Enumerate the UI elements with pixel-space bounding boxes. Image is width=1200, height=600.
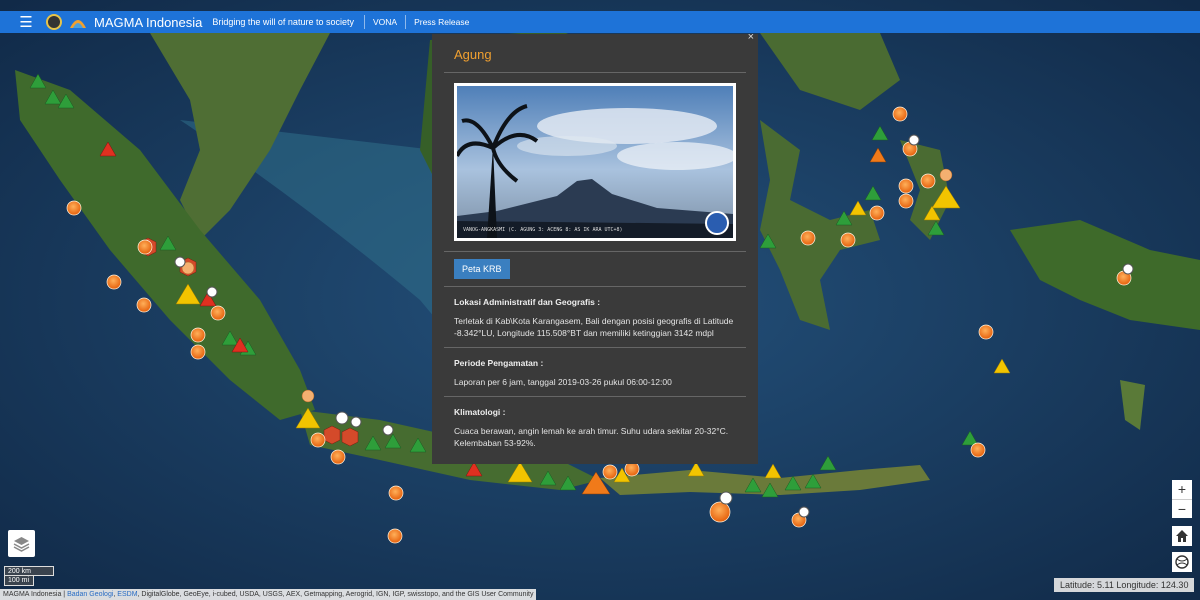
section-title-lokasi: Lokasi Administratif dan Geografis : — [454, 297, 601, 307]
volcano-hex-marker[interactable] — [341, 427, 359, 447]
section-title-klimatologi: Klimatologi : — [454, 407, 506, 417]
warning-pin-icon[interactable] — [335, 411, 349, 425]
activity-dot-marker[interactable] — [330, 449, 346, 465]
section-body-klimatologi: Cuaca berawan, angin lemah ke arah timur… — [454, 426, 729, 448]
scale-bar: 200 km 100 mi — [4, 566, 54, 586]
attribution-rest: , DigitalGlobe, GeoEye, i-cubed, USDA, U… — [137, 591, 534, 598]
eruption-plume-icon — [301, 389, 315, 403]
zoom-in-button[interactable]: + — [1172, 480, 1192, 499]
activity-dot-marker[interactable] — [602, 464, 618, 480]
warning-pin-icon[interactable] — [1122, 263, 1134, 275]
popup-title: Agung — [454, 47, 492, 62]
attribution-link-esdm[interactable]: ESDM — [117, 591, 137, 598]
home-button[interactable] — [1172, 526, 1192, 546]
photo-caption: VANOG-ANGKASMI (C. AGUNG 3: ACENG 8: AS … — [463, 227, 623, 233]
activity-dot-marker[interactable] — [310, 432, 326, 448]
close-icon[interactable]: × — [748, 34, 754, 43]
activity-dot-marker[interactable] — [106, 274, 122, 290]
attribution-link-badan-geologi[interactable]: Badan Geologi — [67, 591, 113, 598]
warning-pin-icon[interactable] — [798, 506, 810, 518]
map-attribution: MAGMA Indonesia | Badan Geologi, ESDM, D… — [0, 589, 537, 600]
volcano-photo-image — [457, 86, 733, 238]
basemap-layers-button[interactable] — [8, 530, 35, 557]
globe-icon — [1175, 555, 1189, 569]
activity-dot-marker[interactable] — [970, 442, 986, 458]
top-navbar: ☰ MAGMA Indonesia Bridging the will of n… — [0, 11, 1200, 33]
warning-pin-icon[interactable] — [908, 134, 920, 146]
activity-dot-marker[interactable] — [920, 173, 936, 189]
hamburger-menu-icon[interactable]: ☰ — [12, 13, 40, 31]
locate-button[interactable] — [1172, 552, 1192, 572]
activity-dot-marker[interactable] — [978, 324, 994, 340]
activity-dot-marker[interactable] — [137, 239, 153, 255]
pvmbg-badge-icon — [705, 211, 729, 235]
home-icon — [1176, 530, 1188, 542]
section-body-lokasi: Terletak di Kab\Kota Karangasem, Bali de… — [454, 316, 734, 338]
activity-dot-marker[interactable] — [210, 305, 226, 321]
scale-km: 200 km — [4, 566, 54, 576]
layers-icon — [13, 537, 30, 552]
attribution-prefix: MAGMA Indonesia | — [3, 591, 68, 598]
nav-link-vona[interactable]: VONA — [365, 15, 407, 29]
volcano-info-popup: × Agung VANOG-ANGKASMI (C. AGUNG 3: ACEN… — [432, 34, 758, 464]
warning-pin-icon[interactable] — [719, 491, 733, 505]
activity-dot-marker[interactable] — [388, 485, 404, 501]
warning-pin-icon[interactable] — [382, 424, 394, 436]
section-body-periode: Laporan per 6 jam, tanggal 2019-03-26 pu… — [454, 377, 672, 387]
activity-dot-marker[interactable] — [898, 193, 914, 209]
warning-pin-icon[interactable] — [350, 416, 362, 428]
peta-krb-button[interactable]: Peta KRB — [454, 259, 510, 279]
zoom-out-button[interactable]: − — [1172, 499, 1192, 518]
activity-dot-marker[interactable] — [387, 528, 403, 544]
activity-dot-marker[interactable] — [892, 106, 908, 122]
app-tagline: Bridging the will of nature to society — [212, 15, 365, 29]
activity-dot-marker[interactable] — [624, 461, 640, 477]
activity-dot-marker[interactable] — [869, 205, 885, 221]
section-title-periode: Periode Pengamatan : — [454, 358, 544, 368]
nav-link-press-release[interactable]: Press Release — [406, 15, 477, 29]
activity-dot-marker[interactable] — [136, 297, 152, 313]
activity-dot-marker[interactable] — [190, 344, 206, 360]
esdm-logo — [46, 14, 62, 30]
warning-pin-icon[interactable] — [174, 256, 186, 268]
eruption-plume-icon — [939, 168, 953, 182]
scale-mi: 100 mi — [4, 576, 34, 586]
activity-dot-marker[interactable] — [840, 232, 856, 248]
volcano-hex-marker[interactable] — [323, 425, 341, 445]
zoom-control: + − — [1172, 480, 1192, 518]
activity-dot-marker[interactable] — [66, 200, 82, 216]
coordinate-readout: Latitude: 5.11 Longitude: 124.30 — [1054, 578, 1195, 592]
activity-dot-marker[interactable] — [800, 230, 816, 246]
warning-pin-icon[interactable] — [206, 286, 218, 298]
magma-logo — [70, 20, 86, 28]
volcano-photo[interactable]: VANOG-ANGKASMI (C. AGUNG 3: ACENG 8: AS … — [454, 83, 736, 241]
activity-dot-marker[interactable] — [709, 501, 731, 523]
app-title[interactable]: MAGMA Indonesia — [94, 15, 202, 30]
divider — [444, 72, 746, 73]
activity-dot-marker[interactable] — [898, 178, 914, 194]
divider — [444, 251, 746, 252]
activity-dot-marker[interactable] — [190, 327, 206, 343]
